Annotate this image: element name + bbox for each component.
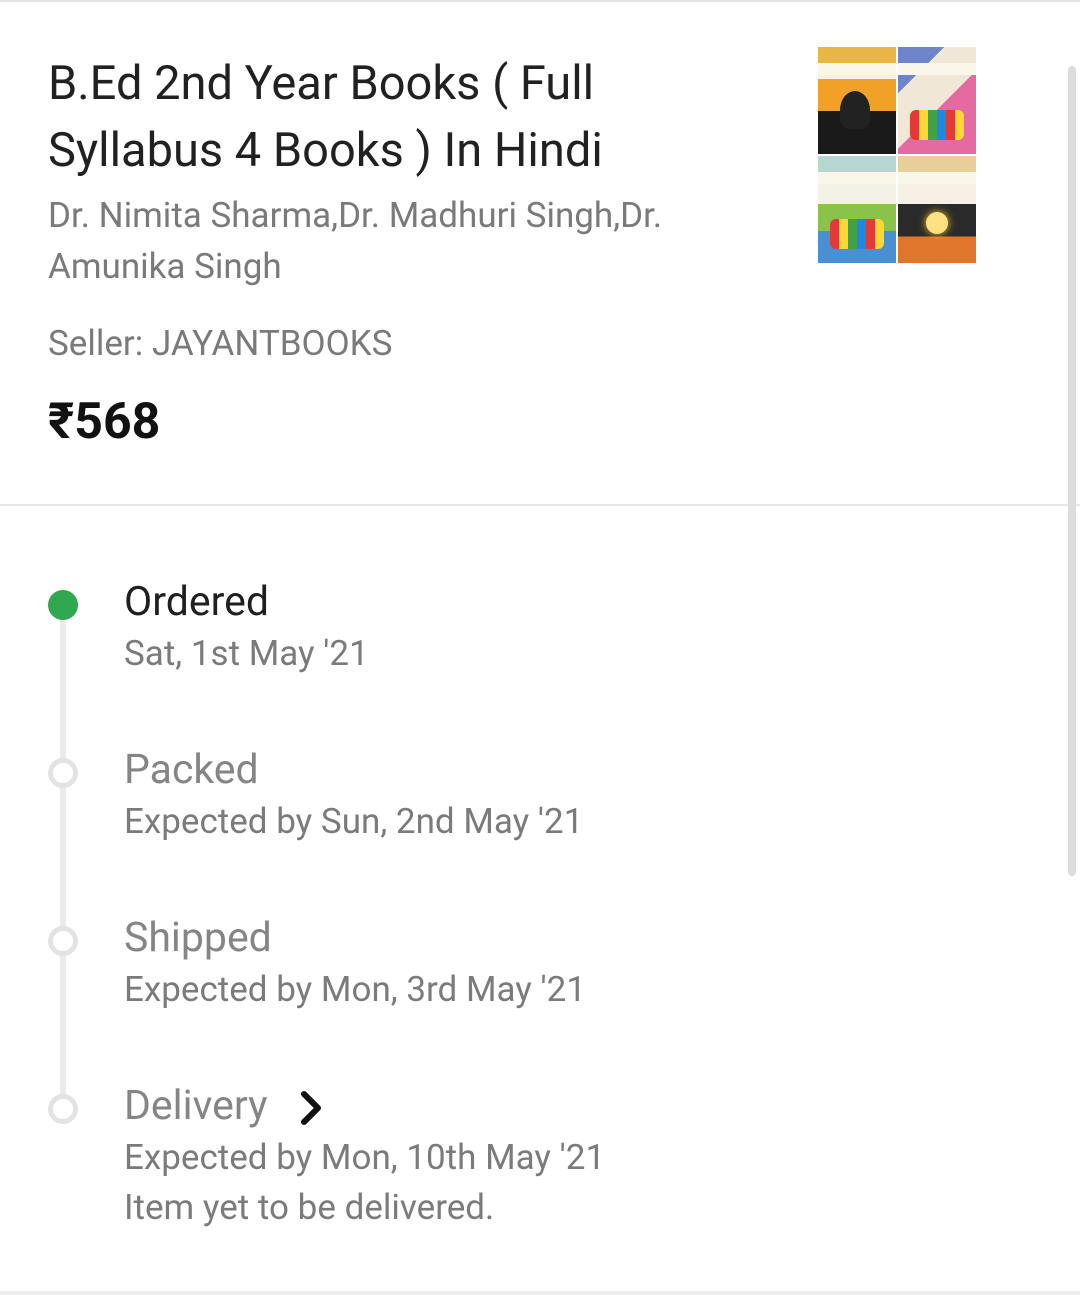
product-authors: Dr. Nimita Sharma,Dr. Madhuri Singh,Dr. …	[48, 195, 663, 287]
step-label: Shipped	[124, 914, 272, 962]
step-label: Delivery	[124, 1082, 268, 1130]
chevron-right-icon[interactable]	[298, 1090, 326, 1126]
product-thumbnail[interactable]	[818, 47, 976, 263]
delivery-link[interactable]: Delivery	[124, 1082, 326, 1130]
order-tracking-timeline: Ordered Sat, 1st May '21 Packed Expected…	[0, 508, 1080, 1288]
vertical-scrollbar[interactable]	[1068, 66, 1076, 876]
seller-name: Seller: JAYANTBOOKS	[48, 323, 393, 364]
product-title: B.Ed 2nd Year Books ( Full Syllabus 4 Bo…	[48, 56, 603, 178]
step-date: Expected by Mon, 3rd May '21	[124, 969, 587, 1010]
book-cover-teamwork	[818, 156, 896, 263]
step-pending-icon	[48, 1094, 78, 1124]
book-cover-knowledge	[898, 156, 976, 263]
step-complete-icon	[48, 590, 78, 620]
book-cover-yoga	[818, 47, 896, 154]
book-cover-inclusive	[898, 47, 976, 154]
step-pending-icon	[48, 758, 78, 788]
delivery-status-note: Item yet to be delivered.	[124, 1187, 495, 1228]
bottom-divider	[0, 1291, 1080, 1295]
product-price: ₹568	[48, 393, 161, 451]
order-details-page: B.Ed 2nd Year Books ( Full Syllabus 4 Bo…	[0, 0, 1080, 1295]
step-date: Expected by Sun, 2nd May '21	[124, 801, 584, 842]
timeline-track	[60, 594, 66, 1106]
step-date: Expected by Mon, 10th May '21	[124, 1137, 606, 1178]
product-card[interactable]: B.Ed 2nd Year Books ( Full Syllabus 4 Bo…	[0, 0, 1080, 506]
step-label: Ordered	[124, 578, 269, 626]
step-pending-icon	[48, 926, 78, 956]
step-label: Packed	[124, 746, 259, 794]
step-date: Sat, 1st May '21	[124, 633, 369, 674]
